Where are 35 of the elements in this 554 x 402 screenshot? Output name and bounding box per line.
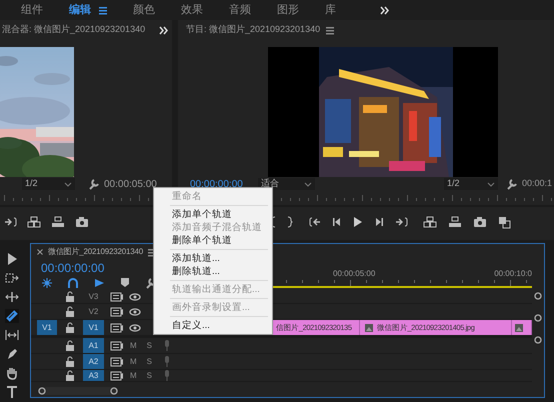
workspace-tab[interactable]: 图形: [277, 2, 299, 18]
resolution-dropdown[interactable]: 1/2: [444, 178, 498, 190]
time-label: 00:00:05:00: [333, 268, 376, 280]
timecode[interactable]: 00:00:00:00: [41, 259, 104, 277]
workspace-tab[interactable]: 组件: [21, 2, 43, 18]
solo-toggle[interactable]: S: [146, 370, 152, 381]
resolution-dropdown[interactable]: 1/2: [22, 178, 75, 190]
track-target[interactable]: V1: [83, 320, 104, 335]
panel-title: 节目: 微信图片_20210923201340: [186, 23, 320, 36]
track-target[interactable]: A3: [83, 370, 104, 381]
menu-item[interactable]: 添加轨道...: [154, 252, 272, 265]
workspace-tab[interactable]: 编辑: [69, 2, 107, 18]
mute-toggle[interactable]: M: [130, 370, 137, 381]
menu-item[interactable]: 删除单个轨道: [154, 234, 272, 247]
workspace-tab[interactable]: 音频: [229, 2, 251, 18]
mute-toggle[interactable]: M: [130, 340, 137, 352]
workspace-tab[interactable]: 效果: [181, 2, 203, 18]
menu-item[interactable]: 删除轨道...: [154, 265, 272, 278]
menu-item[interactable]: 添加单个轨道: [154, 208, 272, 221]
zoom-dropdown[interactable]: 适合: [258, 178, 315, 190]
track-target[interactable]: V3: [83, 290, 104, 303]
mute-toggle[interactable]: M: [130, 356, 137, 368]
source-patch[interactable]: V1: [37, 320, 57, 335]
sequence-tab[interactable]: 微信图片_20210923201340: [48, 246, 143, 258]
timecode: 00:00:05:00: [104, 178, 157, 192]
solo-toggle[interactable]: S: [146, 356, 152, 368]
track-target[interactable]: V2: [83, 304, 104, 319]
solo-toggle[interactable]: S: [146, 340, 152, 352]
time-label: 00:00:10:0: [494, 268, 532, 280]
workspace-tab[interactable]: 颜色: [133, 2, 155, 18]
track-target[interactable]: A1: [83, 338, 104, 353]
workspace-tab[interactable]: 库: [325, 2, 336, 18]
track-target[interactable]: A2: [83, 354, 104, 369]
panel-title: 混合器: 微信图片_20210923201340: [2, 23, 146, 36]
timecode: 00:00:1: [522, 177, 552, 190]
